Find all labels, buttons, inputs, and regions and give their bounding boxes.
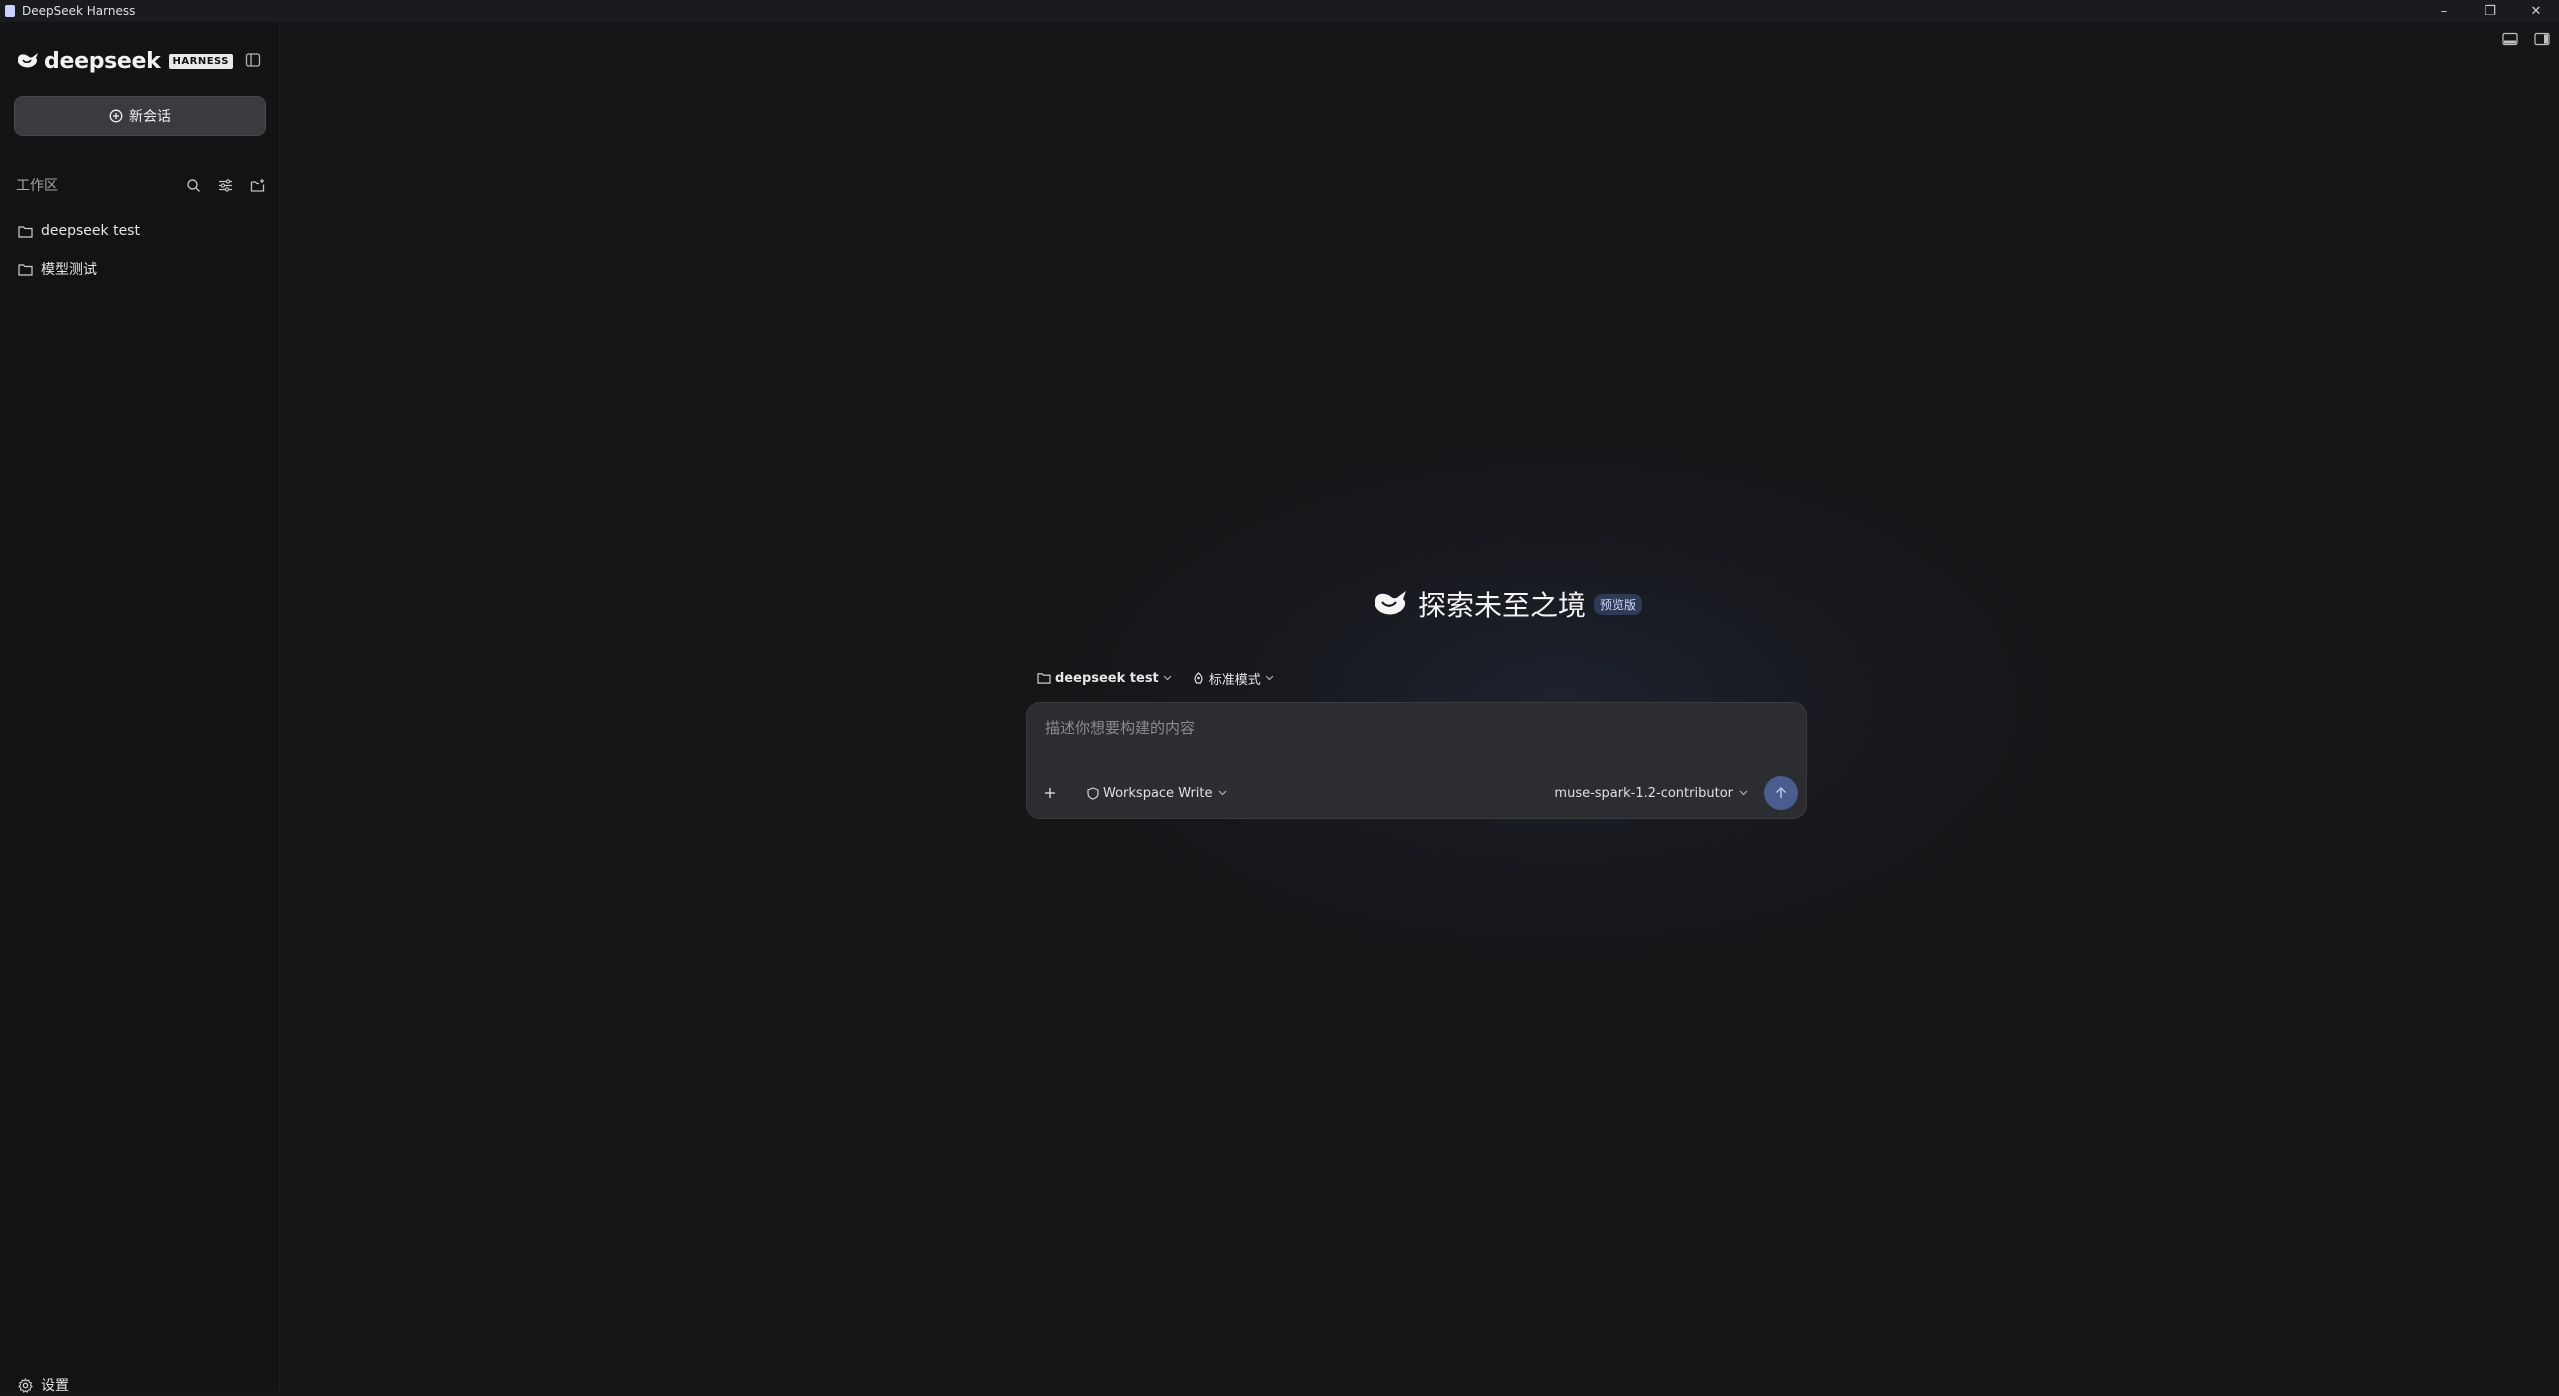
right-panel-toggle[interactable] xyxy=(2533,30,2551,48)
whale-icon xyxy=(18,53,38,68)
chevron-down-icon xyxy=(1265,675,1274,681)
prompt-composer: Workspace Write muse-spark-1.2-contribut… xyxy=(1026,702,1807,819)
new-folder-icon xyxy=(250,178,264,192)
folder-icon xyxy=(1037,673,1051,684)
settings-label: 设置 xyxy=(41,1378,69,1394)
search-icon xyxy=(186,178,200,192)
minimize-button[interactable]: – xyxy=(2421,0,2467,22)
sidebar-toggle-button[interactable] xyxy=(244,51,262,69)
attach-button[interactable] xyxy=(1037,780,1063,806)
sidebar: deepseek HARNESS 新会话 工作区 deepseek test 模… xyxy=(0,22,280,1394)
arrow-up-icon xyxy=(1775,786,1787,798)
filter-button[interactable] xyxy=(216,176,234,194)
folder-icon xyxy=(18,225,33,238)
new-chat-label: 新会话 xyxy=(129,109,171,125)
sidebar-toggle-icon xyxy=(245,53,261,67)
context-selectors: deepseek test 标准模式 xyxy=(1037,662,1278,694)
chevron-down-icon xyxy=(1163,675,1172,681)
send-button[interactable] xyxy=(1764,776,1798,810)
plus-icon xyxy=(1045,788,1055,798)
gear-icon xyxy=(18,1377,33,1393)
panel-right-icon xyxy=(2534,32,2550,46)
main-area: 探索未至之境 预览版 deepseek test 标准模式 描述你想要构建的内容… xyxy=(281,22,2559,1391)
window-title: DeepSeek Harness xyxy=(22,4,136,18)
filter-icon xyxy=(218,178,232,192)
harness-badge: HARNESS xyxy=(168,53,233,69)
restore-button[interactable]: ❐ xyxy=(2467,0,2513,22)
hero-heading: 探索未至之境 预览版 xyxy=(1287,582,1727,626)
plus-circle-icon xyxy=(109,109,123,123)
preview-badge: 预览版 xyxy=(1594,593,1643,615)
project-selector[interactable]: deepseek test xyxy=(1037,671,1176,686)
close-button[interactable]: ✕ xyxy=(2513,0,2559,22)
mode-icon xyxy=(1194,671,1203,684)
folder-icon xyxy=(18,263,33,276)
hero-title: 探索未至之境 xyxy=(1417,589,1586,622)
search-button[interactable] xyxy=(184,176,202,194)
workspace-label: 工作区 xyxy=(16,178,58,194)
folder-list: deepseek test 模型测试 xyxy=(18,212,268,288)
whale-icon xyxy=(1374,591,1406,615)
panel-bottom-icon xyxy=(2502,32,2518,46)
settings-button[interactable]: 设置 xyxy=(18,1374,69,1396)
prompt-input[interactable] xyxy=(1043,715,1783,755)
shield-icon xyxy=(1087,786,1099,800)
layout-toggles xyxy=(2501,30,2551,48)
model-selector[interactable]: muse-spark-1.2-contributor xyxy=(1554,783,1748,803)
chevron-down-icon xyxy=(1218,790,1226,796)
workspace-tools xyxy=(184,176,266,194)
folder-item[interactable]: deepseek test xyxy=(18,212,268,250)
chevron-down-icon xyxy=(1739,790,1748,796)
workspace-header: 工作区 xyxy=(16,174,266,196)
mode-selector-label: 标准模式 xyxy=(1208,672,1261,688)
brand-name: deepseek xyxy=(44,48,161,74)
new-folder-button[interactable] xyxy=(248,176,266,194)
brand-logo: deepseek HARNESS xyxy=(16,46,233,76)
folder-item[interactable]: 模型测试 xyxy=(18,250,268,288)
mode-selector[interactable]: 标准模式 xyxy=(1192,669,1278,688)
permission-label: Workspace Write xyxy=(1103,785,1213,801)
window-controls: – ❐ ✕ xyxy=(2421,0,2559,22)
bottom-panel-toggle[interactable] xyxy=(2501,30,2519,48)
folder-label: deepseek test xyxy=(41,223,140,239)
new-chat-button[interactable]: 新会话 xyxy=(14,96,266,136)
project-selector-label: deepseek test xyxy=(1055,670,1159,686)
title-bar: DeepSeek Harness – ❐ ✕ xyxy=(0,0,2559,22)
folder-label: 模型测试 xyxy=(41,262,97,278)
permission-selector[interactable]: Workspace Write xyxy=(1087,783,1231,803)
app-icon xyxy=(5,5,15,17)
model-label: muse-spark-1.2-contributor xyxy=(1554,785,1733,801)
